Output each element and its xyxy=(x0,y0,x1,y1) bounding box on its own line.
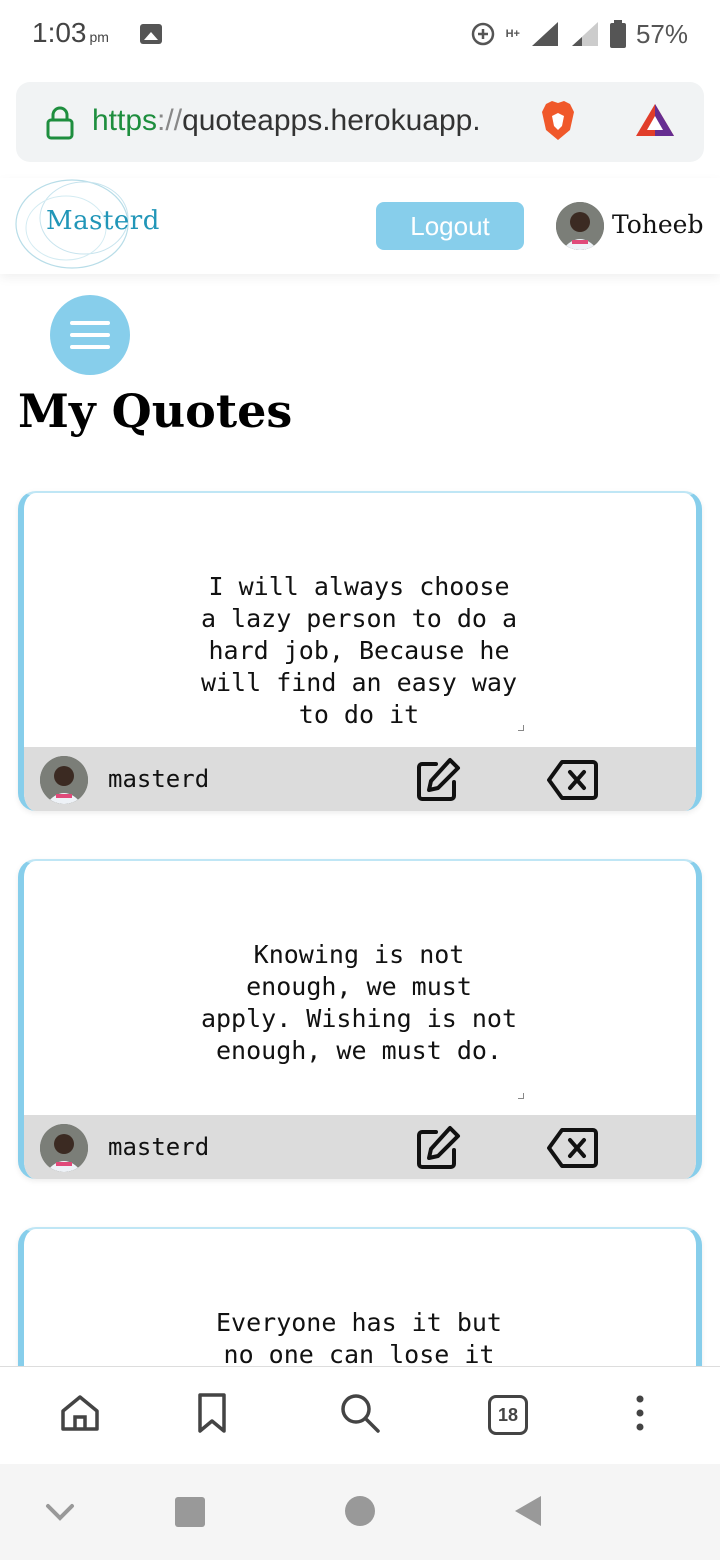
resize-grip[interactable] xyxy=(518,1093,524,1099)
quote-text[interactable]: Knowing is not enough, we must apply. Wi… xyxy=(194,939,524,1067)
status-icons: H+ 57% xyxy=(470,18,688,50)
more-icon[interactable] xyxy=(618,1391,662,1435)
card-footer: masterd xyxy=(24,747,696,811)
url-scheme: https xyxy=(92,104,158,137)
card-footer: masterd xyxy=(24,1115,696,1179)
menu-button[interactable] xyxy=(50,295,130,375)
system-nav-bar xyxy=(0,1464,720,1560)
edit-icon[interactable] xyxy=(414,1124,462,1172)
lock-icon[interactable] xyxy=(46,106,74,140)
network-type-label: H+ xyxy=(505,28,520,40)
user-name[interactable]: Toheeb xyxy=(612,210,703,239)
app-header: Masterd Logout Toheeb xyxy=(0,178,720,274)
chevron-down-icon[interactable] xyxy=(44,1500,76,1524)
page-title: My Quotes xyxy=(18,384,293,438)
home-icon[interactable] xyxy=(58,1391,102,1435)
url-text[interactable]: https://quoteapps.herokuapp. xyxy=(92,104,481,138)
status-bar: 1:03 pm H+ 57% xyxy=(0,0,720,70)
browser-toolbar: 18 xyxy=(0,1366,720,1464)
quote-card: Knowing is not enough, we must apply. Wi… xyxy=(18,859,702,1179)
quote-text[interactable]: I will always choose a lazy person to do… xyxy=(194,571,524,731)
signal-icon xyxy=(531,22,558,46)
bookmark-icon[interactable] xyxy=(190,1391,234,1435)
resize-grip[interactable] xyxy=(518,725,524,731)
signal-icon-2 xyxy=(571,22,598,46)
avatar xyxy=(40,1124,88,1172)
quote-card: I will always choose a lazy person to do… xyxy=(18,491,702,811)
menu-line xyxy=(70,345,110,349)
address-bar[interactable]: https://quoteapps.herokuapp. xyxy=(16,82,704,162)
status-ampm: pm xyxy=(89,29,109,45)
avatar xyxy=(40,756,88,804)
battery-icon xyxy=(609,20,626,48)
back-icon[interactable] xyxy=(513,1494,543,1528)
search-icon[interactable] xyxy=(338,1391,382,1435)
menu-line xyxy=(70,333,110,337)
quote-author: masterd xyxy=(108,1133,210,1161)
edit-icon[interactable] xyxy=(414,756,462,804)
quote-author: masterd xyxy=(108,765,210,793)
data-saver-icon xyxy=(471,22,494,46)
avatar[interactable] xyxy=(556,202,604,250)
url-host: quoteapps.herokuapp. xyxy=(182,104,481,137)
gallery-icon xyxy=(140,24,162,44)
battery-percent: 57% xyxy=(635,18,688,49)
brave-shields-icon[interactable] xyxy=(540,100,576,142)
brave-rewards-icon[interactable] xyxy=(634,102,676,138)
recents-icon[interactable] xyxy=(175,1497,205,1527)
url-separator: :// xyxy=(157,104,183,137)
logout-button[interactable]: Logout xyxy=(376,202,524,250)
status-time-value: 1:03 xyxy=(32,17,87,48)
status-time: 1:03 pm xyxy=(32,17,109,49)
delete-icon[interactable] xyxy=(546,759,598,801)
quote-text[interactable]: Everyone has it but no one can lose it xyxy=(194,1307,524,1371)
logo[interactable]: Masterd xyxy=(46,206,160,236)
tabs-icon[interactable]: 18 xyxy=(488,1395,528,1435)
menu-line xyxy=(70,321,110,325)
home-nav-icon[interactable] xyxy=(345,1496,375,1526)
delete-icon[interactable] xyxy=(546,1127,598,1169)
